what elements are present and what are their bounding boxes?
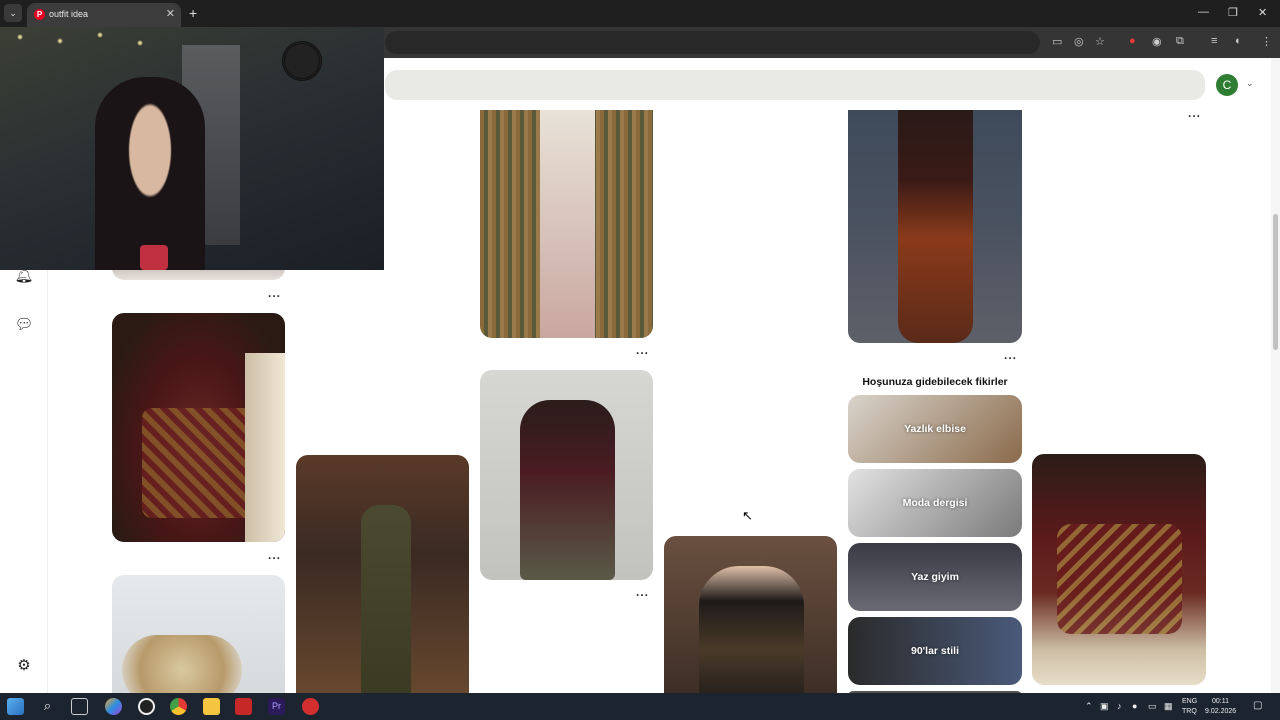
file-explorer-icon[interactable]: [203, 698, 220, 715]
search-icon[interactable]: ⌕: [39, 698, 56, 715]
pin-more-button[interactable]: ...: [1004, 348, 1017, 362]
pin-figure: [898, 110, 973, 343]
idea-label: Moda dergisi: [902, 497, 968, 509]
pin-figure: [699, 566, 804, 693]
pin-image[interactable]: [480, 370, 653, 580]
language-indicator[interactable]: ENG: [1182, 698, 1197, 705]
pin-detail: [245, 353, 285, 542]
browser-tab[interactable]: P outfit idea ✕: [27, 3, 181, 27]
page-scrollbar[interactable]: [1271, 58, 1280, 693]
browser-tab-bar: ⌄ P outfit idea ✕ + — ❐ ✕: [0, 0, 1280, 27]
mouse-cursor-icon: ↖: [742, 508, 753, 523]
microphone: [140, 245, 168, 270]
pin-figure: [361, 505, 411, 693]
media-icon[interactable]: ≡: [1211, 35, 1217, 47]
windows-start-icon[interactable]: [7, 698, 24, 715]
network-icon[interactable]: ▣: [1100, 701, 1109, 712]
profile-icon[interactable]: ◐: [1235, 35, 1242, 47]
restore-button[interactable]: ❐: [1228, 6, 1238, 19]
bookmark-star-icon[interactable]: ☆: [1095, 35, 1105, 48]
ideas-heading: Hoşunuza gidebilecek fikirler: [862, 376, 1008, 388]
minimize-button[interactable]: —: [1198, 6, 1209, 18]
pin-image[interactable]: [664, 536, 837, 693]
eye-off-icon[interactable]: ◎: [1074, 35, 1084, 48]
idea-label: Yaz giyim: [911, 571, 959, 583]
extension-icon[interactable]: ◉: [1152, 35, 1162, 48]
windows-taskbar: ⌕ Pr ⌃ ▣ ♪ ● ▭ ▦ ENG TRQ 00:11 9.02.2026…: [0, 693, 1280, 720]
obs-icon[interactable]: [138, 698, 155, 715]
search-input[interactable]: [385, 70, 1205, 100]
address-bar[interactable]: [385, 31, 1040, 54]
tray-app-icon[interactable]: ▦: [1164, 701, 1173, 712]
app-icon[interactable]: [302, 698, 319, 715]
idea-card-yazlik-elbise[interactable]: Yazlık elbise: [848, 395, 1022, 463]
idea-card-90lar-stili[interactable]: 90'lar stili: [848, 617, 1022, 685]
tab-title: outfit idea: [49, 9, 89, 19]
kebab-menu-icon[interactable]: ⋮: [1261, 35, 1272, 48]
pin-more-button[interactable]: ...: [636, 343, 649, 357]
mic-icon[interactable]: ●: [1132, 701, 1137, 711]
pin-more-button[interactable]: ...: [268, 548, 281, 562]
pin-more-button[interactable]: ...: [1188, 106, 1201, 120]
pin-image[interactable]: [480, 110, 653, 338]
volume-icon[interactable]: ♪: [1117, 701, 1122, 711]
pin-pattern: [142, 408, 257, 518]
chevron-down-icon[interactable]: ⌄: [1246, 78, 1254, 89]
new-tab-button[interactable]: +: [189, 5, 197, 21]
pin-image[interactable]: [1032, 454, 1206, 685]
scrollbar-thumb[interactable]: [1273, 214, 1278, 350]
tab-search-button[interactable]: ⌄: [4, 4, 22, 22]
puzzle-icon[interactable]: ⧉: [1176, 35, 1184, 48]
pin-image[interactable]: [848, 110, 1022, 343]
cast-icon[interactable]: ▭: [1052, 35, 1062, 48]
idea-label: 90'lar stili: [910, 645, 960, 657]
chrome-icon[interactable]: [170, 698, 187, 715]
avatar[interactable]: C: [1216, 74, 1238, 96]
webcam-overlay: [0, 27, 384, 270]
idea-card-yaz-giyim[interactable]: Yaz giyim: [848, 543, 1022, 611]
pin-image[interactable]: [112, 313, 285, 542]
premiere-icon[interactable]: Pr: [268, 698, 285, 715]
pinterest-favicon-icon: P: [34, 9, 45, 20]
pin-image[interactable]: [112, 575, 285, 693]
pin-pattern: [1057, 524, 1182, 634]
clock-time[interactable]: 00:11: [1212, 698, 1229, 705]
voice-app-icon[interactable]: [235, 698, 252, 715]
pin-more-button[interactable]: ...: [636, 585, 649, 599]
pin-image[interactable]: [296, 455, 469, 693]
language-indicator-sub[interactable]: TRQ: [1182, 708, 1197, 715]
pin-shirt: [540, 110, 595, 338]
idea-card-moda-dergisi[interactable]: Moda dergisi: [848, 469, 1022, 537]
pin-more-button[interactable]: ...: [268, 286, 281, 300]
copilot-icon[interactable]: [105, 698, 122, 715]
clock-date[interactable]: 9.02.2026: [1205, 708, 1236, 715]
idea-label: Yazlık elbise: [904, 423, 966, 435]
tab-close-button[interactable]: ✕: [166, 7, 175, 20]
close-window-button[interactable]: ✕: [1258, 6, 1267, 19]
pin-figure: [520, 400, 615, 580]
pin-hand: [122, 635, 242, 693]
wall-decor: [282, 41, 322, 81]
task-view-icon[interactable]: [71, 698, 88, 715]
tray-overflow-icon[interactable]: ⌃: [1085, 701, 1093, 712]
person: [95, 77, 205, 270]
gear-icon[interactable]: ⚙: [14, 656, 34, 676]
extension-icon[interactable]: ●: [1129, 35, 1136, 47]
notifications-icon[interactable]: ▢: [1253, 700, 1262, 711]
battery-icon[interactable]: ▭: [1148, 701, 1157, 712]
chat-icon[interactable]: 💬︎: [14, 315, 34, 335]
